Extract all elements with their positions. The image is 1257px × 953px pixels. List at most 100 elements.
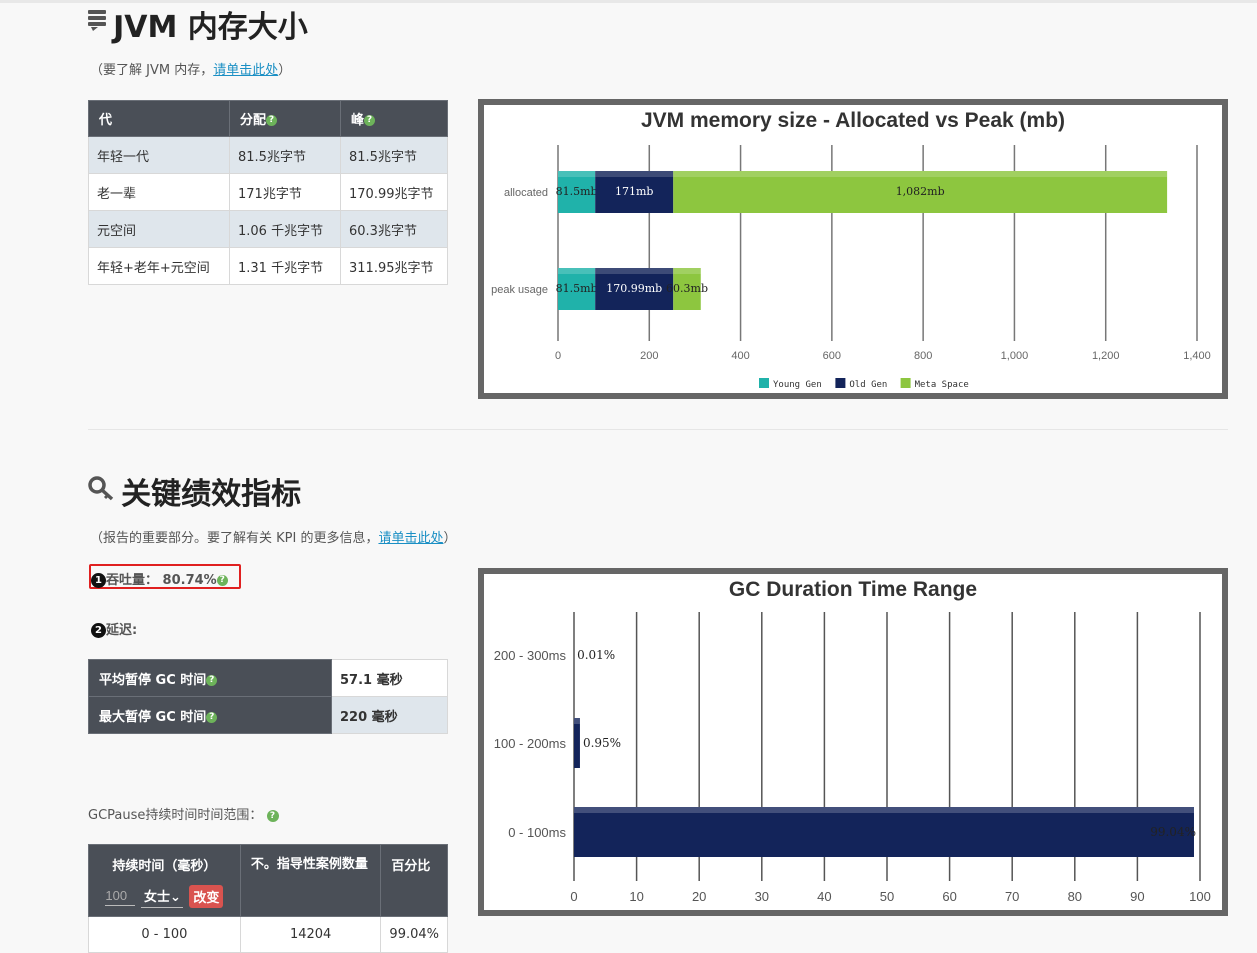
x-tick-label: 1,000 <box>1001 350 1029 362</box>
table-row: 元空间 1.06 千兆字节 60.3兆字节 <box>88 210 448 248</box>
x-tick-label: 10 <box>629 889 643 904</box>
kpi-subtitle-end: ） <box>443 531 457 546</box>
data-label: 81.5mb <box>556 185 598 198</box>
legend-swatch <box>900 378 911 388</box>
x-tick-label: 800 <box>914 350 932 362</box>
table-cell: 年轻一代 <box>88 136 230 174</box>
x-tick-label: 70 <box>1005 889 1019 904</box>
step-badge-1: 1 <box>91 573 106 588</box>
x-tick-label: 50 <box>880 889 894 904</box>
col-percent: 百分比 <box>380 844 448 917</box>
help-icon[interactable]: ? <box>364 115 376 126</box>
max-pause-label: 最大暂停 GC 时间? <box>88 696 332 734</box>
x-tick-label: 400 <box>731 350 749 362</box>
x-tick-label: 0 <box>555 350 561 362</box>
col-duration-label: 持续时间（毫秒） <box>112 859 217 874</box>
table-cell: 年轻+老年+元空间 <box>88 247 230 285</box>
memory-icon <box>88 10 108 32</box>
bar-highlight <box>673 171 1168 177</box>
data-label: 0.95% <box>583 736 621 750</box>
x-tick-label: 40 <box>817 889 831 904</box>
table-cell: 81.5兆字节 <box>229 136 341 174</box>
kpi-section-header: 关键绩效指标 <box>88 469 301 512</box>
y-category-label: 100 - 200ms <box>494 736 567 751</box>
table-cell: 171兆字节 <box>229 173 341 211</box>
throughput-value: 80.74% <box>162 573 217 588</box>
memory-section-title: JVM 内存大小 <box>113 10 308 45</box>
duration-input[interactable] <box>105 886 136 906</box>
memory-subtitle: （要了解 JVM 内存，请单击此处） <box>90 59 291 78</box>
data-label: 81.5mb <box>556 282 598 295</box>
x-tick-label: 1,400 <box>1183 350 1211 362</box>
kpi-section-title: 关键绩效指标 <box>121 477 302 512</box>
table-row: 年轻+老年+元空间 1.31 千兆字节 311.95兆字节 <box>88 247 448 285</box>
table-row: 最大暂停 GC 时间? 220 毫秒 <box>88 696 448 734</box>
legend-swatch <box>759 378 769 388</box>
data-label: 60.3mb <box>666 282 708 295</box>
y-category-label: allocated <box>504 187 548 199</box>
x-tick-label: 60 <box>942 889 956 904</box>
help-icon[interactable]: ? <box>206 674 218 686</box>
data-label: 99.04% <box>1150 825 1196 839</box>
table-cell: 1.31 千兆字节 <box>229 247 341 285</box>
latency-row: 2 延迟: <box>91 619 137 638</box>
x-tick-label: 0 <box>570 889 577 904</box>
memory-section-header: JVM 内存大小 <box>88 2 308 45</box>
bar-highlight <box>558 171 596 177</box>
memory-table-header: 代 分配? 峰? <box>88 100 448 137</box>
col-peak: 峰? <box>340 100 448 137</box>
legend-label: Meta Space <box>915 380 969 390</box>
col-duration: 持续时间（毫秒） 女士⌄ 改变 <box>88 844 241 917</box>
key-icon <box>88 475 116 501</box>
kpi-help-link[interactable]: 请单击此处 <box>378 531 443 546</box>
table-row: 年轻一代 81.5兆字节 81.5兆字节 <box>88 136 448 174</box>
table-cell: 老一辈 <box>88 173 230 211</box>
memory-subtitle-end: ） <box>278 63 292 78</box>
y-category-label: 200 - 300ms <box>494 648 567 663</box>
chevron-down-icon: ⌄ <box>169 890 181 905</box>
table-cell: 元空间 <box>88 210 230 248</box>
kpi-subtitle: （报告的重要部分。要了解有关 KPI 的更多信息，请单击此处） <box>90 527 457 546</box>
x-tick-label: 100 <box>1189 889 1211 904</box>
unit-select[interactable]: 女士⌄ <box>141 884 184 908</box>
help-icon[interactable]: ? <box>266 809 279 822</box>
bar-highlight <box>673 268 701 274</box>
memory-subtitle-text: （要了解 JVM 内存， <box>90 63 214 78</box>
throughput-row: 1 吞吐量： 80.74%? <box>91 569 228 588</box>
x-tick-label: 30 <box>755 889 769 904</box>
duration-table-header: 持续时间（毫秒） 女士⌄ 改变 不。指导性案例数量 百分比 <box>88 844 448 917</box>
col-allocated: 分配? <box>229 100 341 137</box>
table-cell: 81.5兆字节 <box>340 136 448 174</box>
y-category-label: peak usage <box>491 284 548 296</box>
help-icon[interactable]: ? <box>216 575 228 586</box>
legend-swatch <box>835 378 846 388</box>
gcpause-label: GCPause持续时间时间范围： <box>88 808 263 823</box>
change-button[interactable]: 改变 <box>189 884 224 908</box>
table-cell: 170.99兆字节 <box>340 173 448 211</box>
max-pause-value: 220 毫秒 <box>331 696 448 734</box>
gc-duration-chart-svg: 0 10 20 30 40 50 60 70 80 90 100 200 - 300ms 0.01% 10… <box>494 612 1211 904</box>
table-row: 平均暂停 GC 时间? 57.1 毫秒 <box>88 659 448 697</box>
table-cell: 14204 <box>239 916 382 953</box>
memory-help-link[interactable]: 请单击此处 <box>213 63 278 78</box>
section-divider <box>88 429 1228 430</box>
data-label: 1,082mb <box>896 185 945 198</box>
x-tick-label: 90 <box>1130 889 1144 904</box>
data-label: 170.99mb <box>606 282 662 295</box>
bar-highlight <box>595 268 674 274</box>
gc-duration-chart: GC Duration Time Range 0 10 20 30 40 50 60 70 80… <box>478 568 1228 916</box>
table-cell: 311.95兆字节 <box>340 247 448 285</box>
table-cell: 0 - 100 <box>88 916 241 953</box>
avg-pause-value: 57.1 毫秒 <box>331 659 448 697</box>
x-tick-label: 20 <box>692 889 706 904</box>
col-generation: 代 <box>88 100 230 137</box>
help-icon[interactable]: ? <box>266 115 278 126</box>
x-tick-label: 80 <box>1068 889 1082 904</box>
help-icon[interactable]: ? <box>206 711 218 723</box>
table-cell: 1.06 千兆字节 <box>229 210 341 248</box>
table-row: 老一辈 171兆字节 170.99兆字节 <box>88 173 448 211</box>
bar-highlight <box>574 807 1194 813</box>
duration-table: 持续时间（毫秒） 女士⌄ 改变 不。指导性案例数量 百分比 0 - 100 14… <box>88 844 448 953</box>
step-badge-2: 2 <box>91 623 106 638</box>
data-label: 0.01% <box>577 648 615 662</box>
